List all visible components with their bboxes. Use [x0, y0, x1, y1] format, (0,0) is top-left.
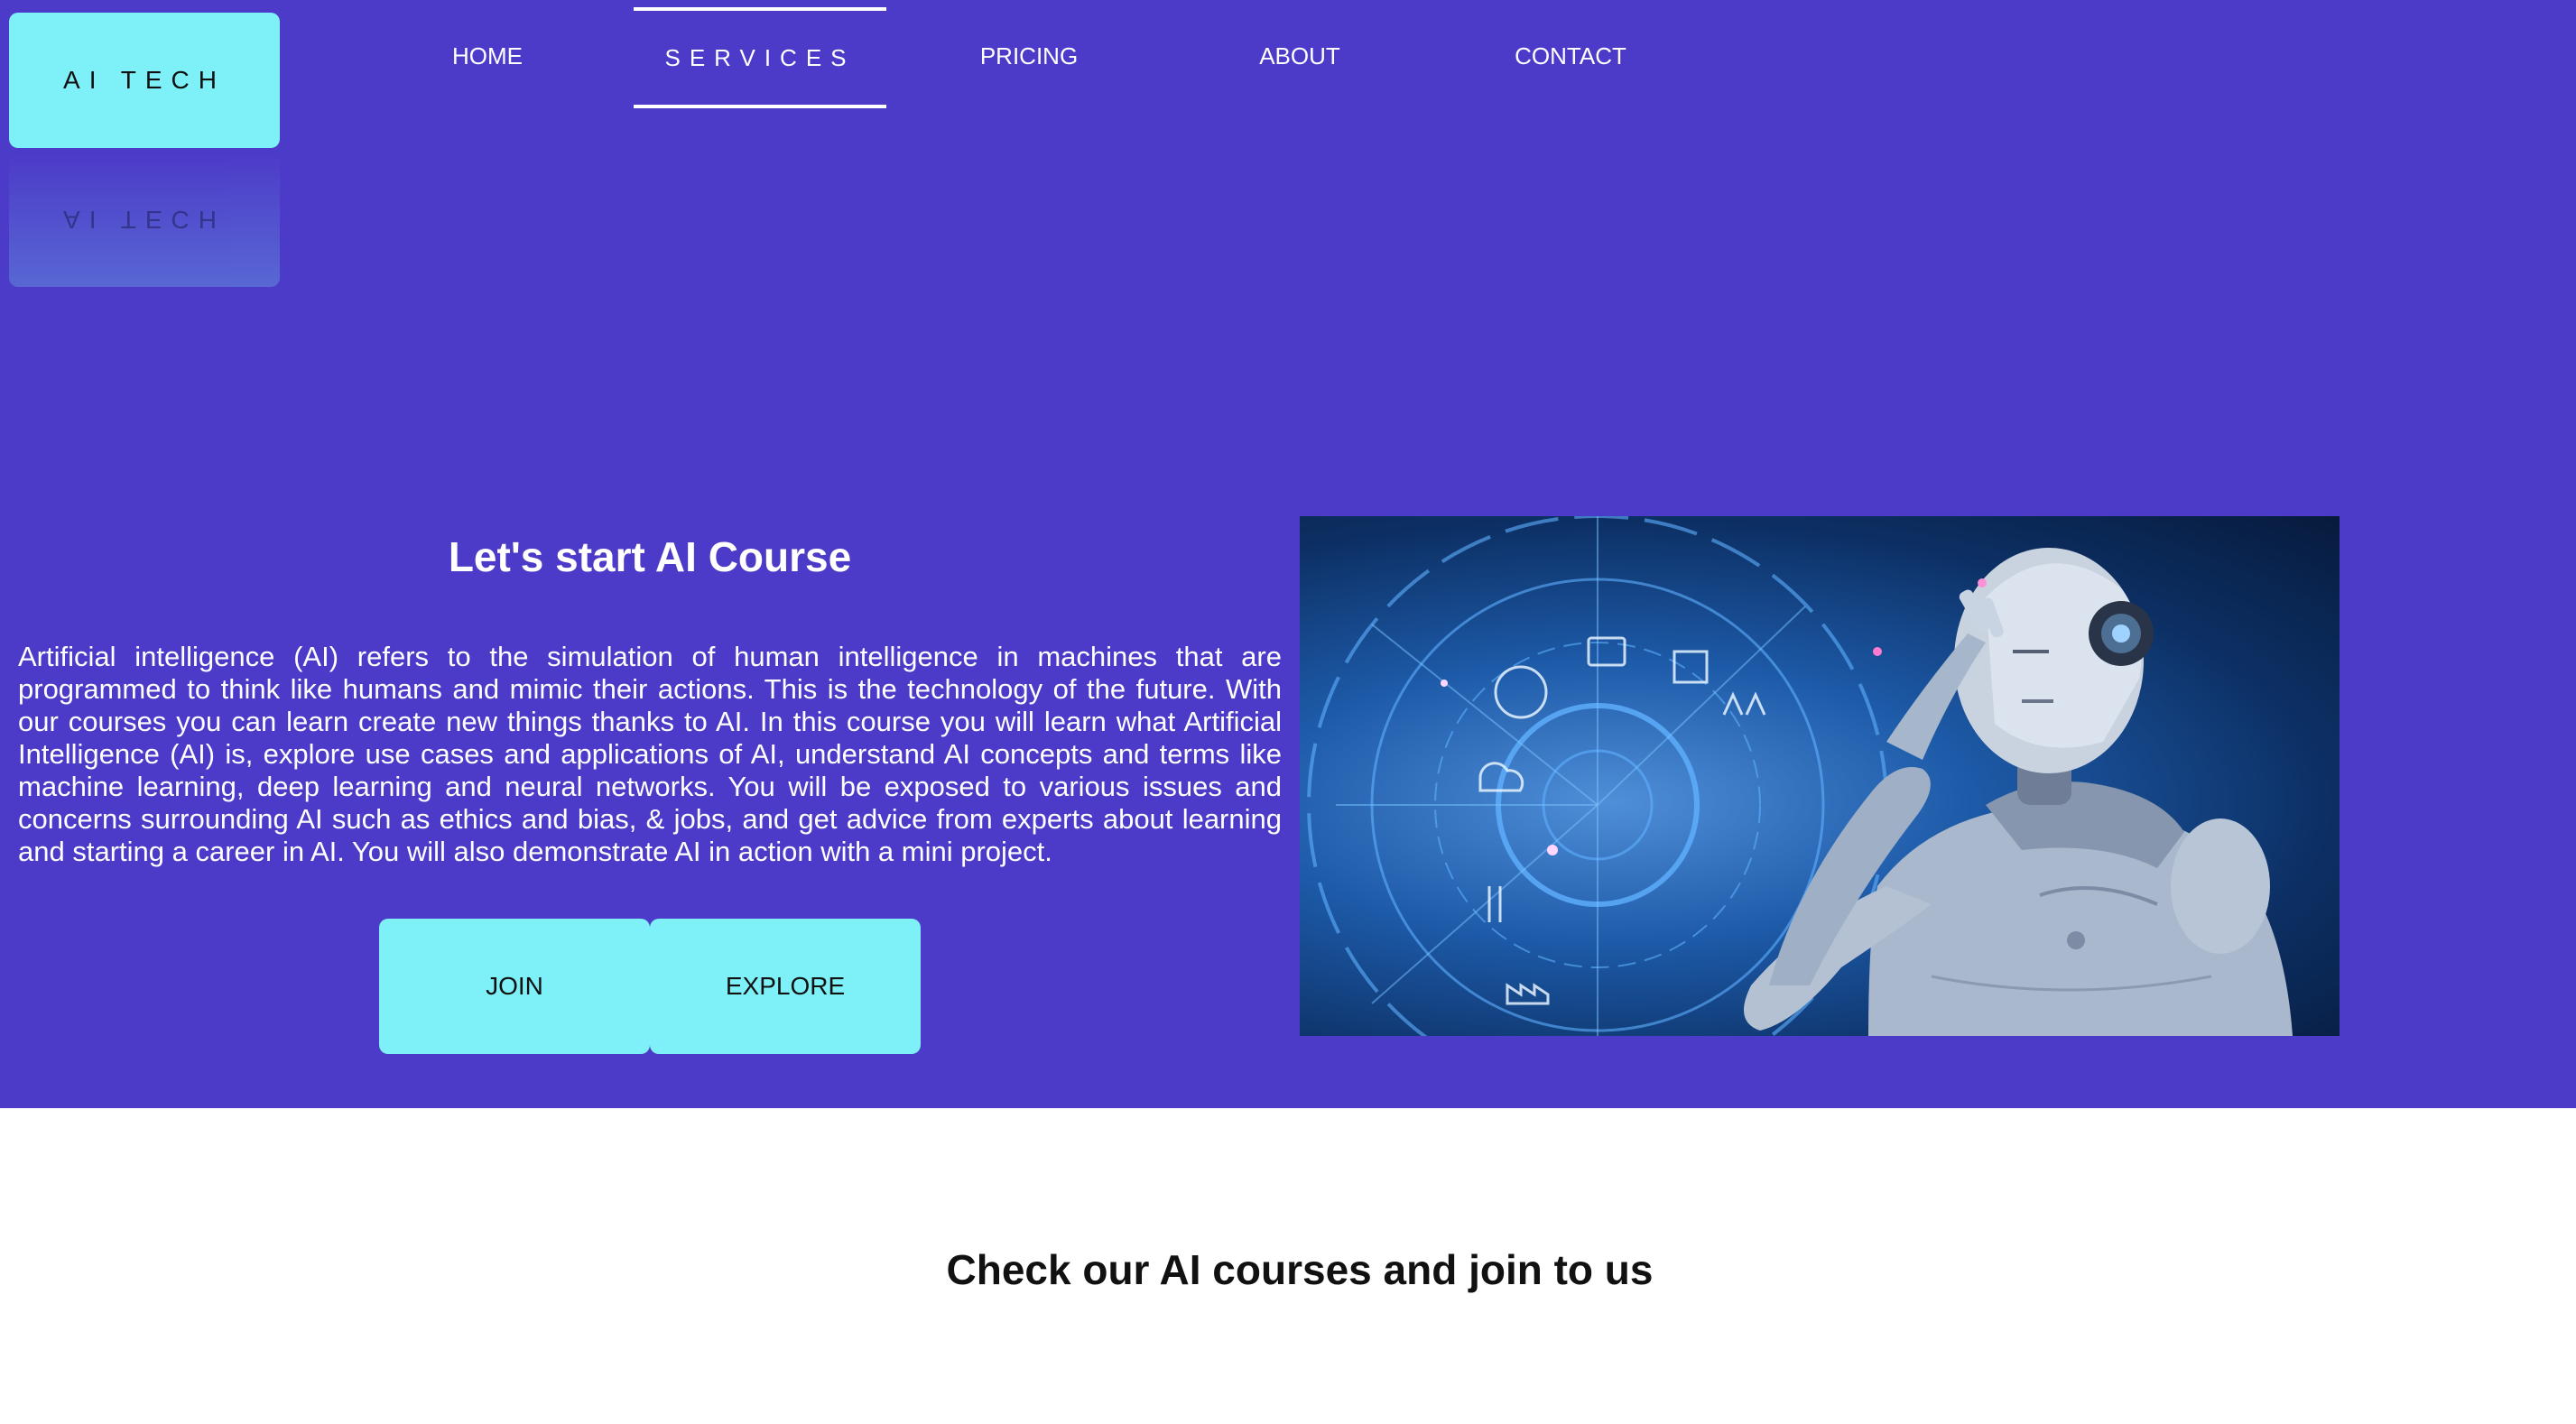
logo-button[interactable]: AI TECH	[9, 13, 280, 148]
nav-item-label: HOME	[452, 42, 523, 69]
hero-title: Let's start AI Course	[448, 533, 852, 580]
nav-item-pricing[interactable]: PRICING	[939, 9, 1119, 103]
hero-section: AI TECH AI TECH HOME SERVICES PRICING AB…	[0, 0, 2576, 1108]
nav-item-home[interactable]: HOME	[397, 9, 578, 103]
nav-item-contact[interactable]: CONTACT	[1480, 9, 1661, 103]
nav-item-about[interactable]: ABOUT	[1209, 9, 1390, 103]
join-button[interactable]: JOIN	[379, 919, 650, 1054]
nav-item-services[interactable]: SERVICES	[634, 7, 886, 108]
nav-item-label: PRICING	[979, 42, 1079, 69]
robot-illustration	[1300, 516, 2340, 1036]
nav-item-label: SERVICES	[664, 43, 856, 71]
nav-item-label: CONTACT	[1515, 42, 1626, 69]
nav-item-label: ABOUT	[1259, 42, 1340, 69]
hero-description: Artificial intelligence (AI) refers to t…	[18, 641, 1282, 867]
courses-section-title: Check our AI courses and join to us	[946, 1246, 1654, 1293]
explore-button[interactable]: EXPLORE	[650, 919, 921, 1054]
logo-reflection: AI TECH	[9, 152, 280, 287]
logo-reflection-text: AI TECH	[63, 206, 226, 234]
logo-text: AI TECH	[63, 66, 226, 94]
